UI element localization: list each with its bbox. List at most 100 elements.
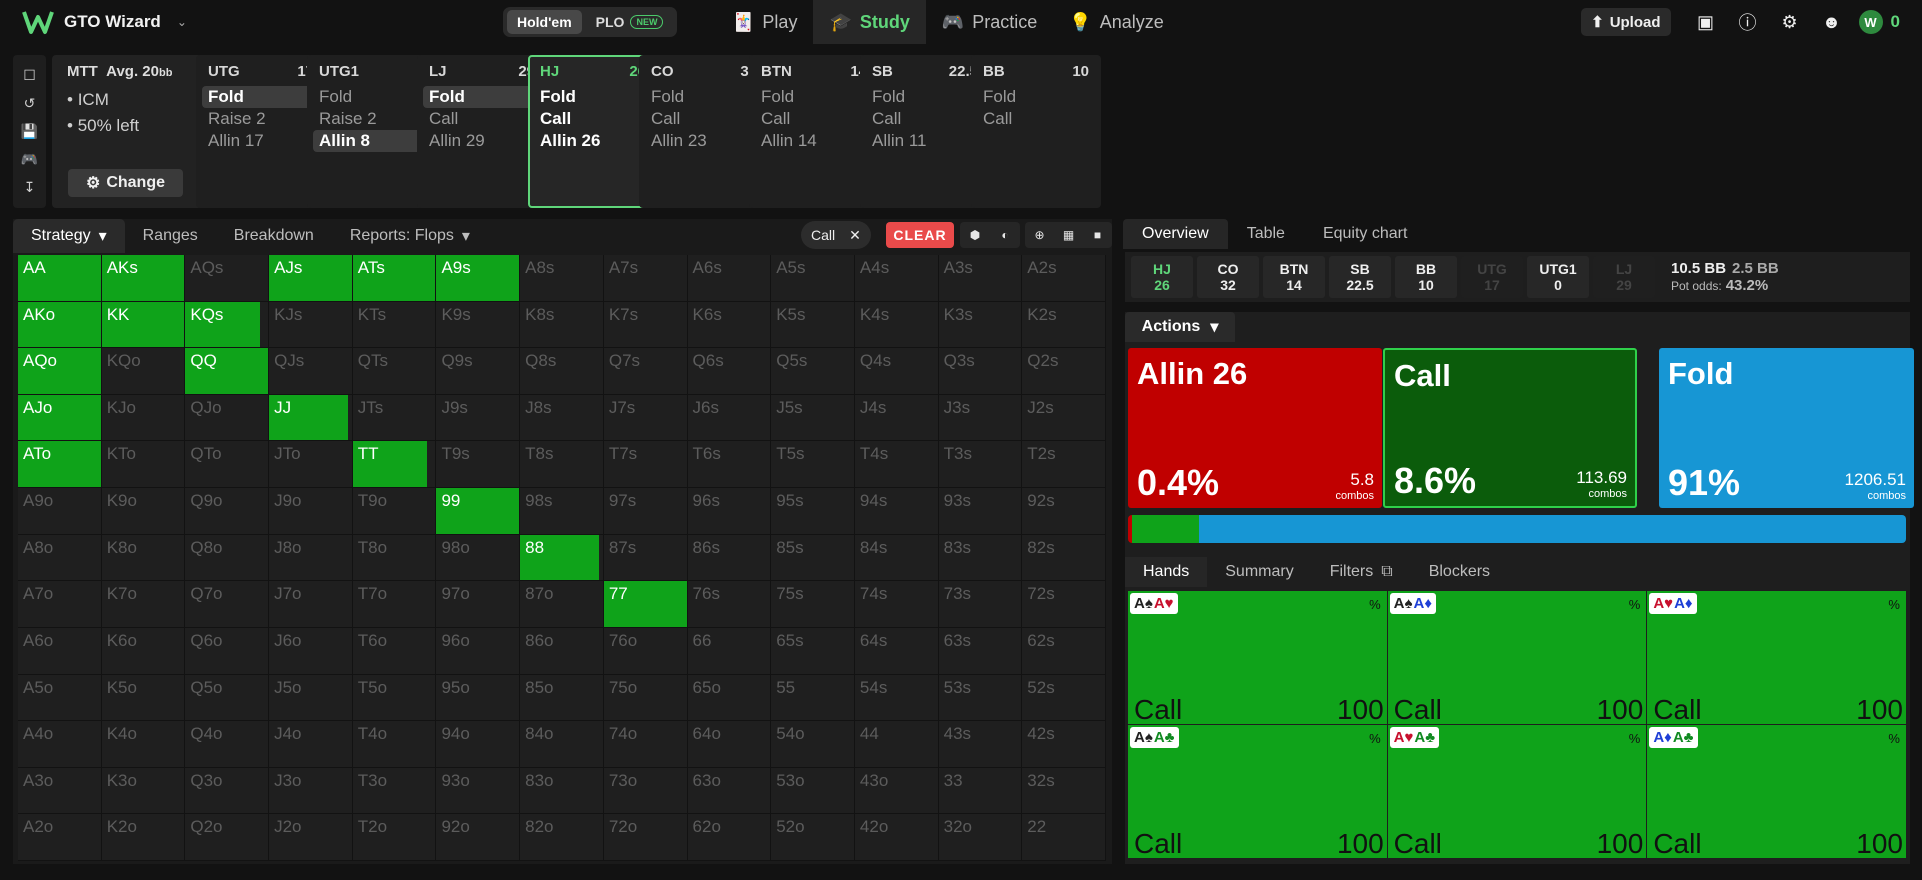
position-option[interactable]: Call	[645, 108, 763, 130]
hand-cell[interactable]: 42o	[854, 814, 939, 861]
hand-cell[interactable]: 63s	[938, 627, 1023, 675]
actions-tab[interactable]: Actions ▾	[1125, 312, 1235, 342]
gamepad-icon[interactable]: 🎮	[21, 151, 38, 168]
hand-cell[interactable]: 85s	[771, 534, 855, 582]
hand-combo[interactable]: A♥ A♦% Call 100	[1647, 591, 1906, 725]
reset-icon[interactable]: ↺	[24, 95, 36, 112]
hand-cell[interactable]: J3s	[938, 394, 1023, 442]
hand-cell[interactable]: QQ	[185, 348, 270, 395]
hand-cell[interactable]: T7o	[352, 581, 437, 628]
hand-cell[interactable]: AQo	[18, 348, 102, 395]
hand-cell[interactable]: T5o	[352, 674, 437, 722]
seat-utg1[interactable]: UTG1 0	[1527, 256, 1589, 298]
position-option[interactable]: Fold	[866, 86, 984, 108]
hand-cell[interactable]: TT	[352, 441, 437, 489]
hand-cell[interactable]: A2s	[1022, 255, 1106, 302]
hand-cell[interactable]: K9o	[101, 488, 186, 535]
nav-study[interactable]: 🎓 Study	[813, 0, 926, 44]
position-option[interactable]: Allin 17	[202, 130, 320, 152]
hand-cell[interactable]: JTo	[269, 441, 353, 489]
hand-cell[interactable]: 62o	[687, 814, 772, 861]
filter-chip[interactable]: Call ✕	[801, 221, 871, 249]
hand-cell[interactable]: KQo	[101, 348, 186, 395]
hand-cell[interactable]: J3o	[269, 767, 353, 815]
hand-cell[interactable]: AQs	[185, 255, 270, 302]
upload-button[interactable]: ⬆ Upload	[1581, 8, 1671, 36]
seat-hj[interactable]: HJ 26	[1131, 256, 1193, 298]
hand-cell[interactable]: 82s	[1022, 534, 1106, 582]
action-card-call[interactable]: Call 8.6% 113.69 combos	[1383, 348, 1637, 508]
hand-cell[interactable]: Q6s	[687, 348, 772, 395]
hand-cell[interactable]: 84o	[520, 721, 604, 768]
hand-cell[interactable]: J6o	[269, 627, 353, 675]
account-icon[interactable]: ☻	[1821, 11, 1843, 33]
hand-cell[interactable]: K7s	[603, 301, 688, 349]
tab-reports[interactable]: Reports: Flops ▾	[332, 219, 488, 253]
position-option[interactable]: Allin 26	[534, 130, 652, 152]
hand-cell[interactable]: 65s	[771, 627, 855, 675]
hand-cell[interactable]: J5o	[269, 674, 353, 722]
compress-icon[interactable]: ⊕	[1025, 222, 1054, 248]
hand-cell[interactable]: JTs	[352, 394, 437, 442]
hand-cell[interactable]: KK	[101, 301, 186, 349]
hand-combo[interactable]: A♦ A♣% Call 100	[1647, 725, 1906, 859]
hand-cell[interactable]: 53s	[938, 674, 1023, 722]
hand-cell[interactable]: T8s	[520, 441, 604, 489]
bookmark-icon[interactable]: ☐	[23, 67, 36, 84]
hand-cell[interactable]: JJ	[269, 394, 353, 442]
holdem-toggle[interactable]: Hold'em	[507, 10, 582, 34]
hand-cell[interactable]: 73s	[938, 581, 1023, 628]
hand-cell[interactable]: KJs	[269, 301, 353, 349]
hand-cell[interactable]: 76o	[603, 627, 688, 675]
square-icon[interactable]: ■	[1083, 222, 1112, 248]
hand-combo[interactable]: A♠ A♣% Call 100	[1128, 725, 1387, 859]
hand-cell[interactable]: 32s	[1022, 767, 1106, 815]
hand-cell[interactable]: 93o	[436, 767, 521, 815]
hand-cell[interactable]: 64s	[854, 627, 939, 675]
action-card-fold[interactable]: Fold 91% 1206.51 combos	[1659, 348, 1914, 508]
close-icon[interactable]: ✕	[849, 227, 861, 244]
hand-cell[interactable]: K6s	[687, 301, 772, 349]
hand-cell[interactable]: 65o	[687, 674, 772, 722]
change-button[interactable]: ⚙ Change	[68, 169, 183, 197]
hand-cell[interactable]: A7s	[603, 255, 688, 302]
hand-cell[interactable]: T4s	[854, 441, 939, 489]
hand-cell[interactable]: 64o	[687, 721, 772, 768]
hand-cell[interactable]: Q5s	[771, 348, 855, 395]
tab-equity-chart[interactable]: Equity chart	[1304, 219, 1426, 249]
cube-icon[interactable]: ⬢	[960, 222, 990, 248]
hand-cell[interactable]: 72o	[603, 814, 688, 861]
hand-cell[interactable]: 32o	[938, 814, 1023, 861]
hand-cell[interactable]: K2o	[101, 814, 186, 861]
hand-cell[interactable]: 43s	[938, 721, 1023, 768]
hand-cell[interactable]: AKo	[18, 301, 102, 349]
hand-cell[interactable]: J6s	[687, 394, 772, 442]
hand-cell[interactable]: T5s	[771, 441, 855, 489]
hand-combo[interactable]: A♠ A♦% Call 100	[1387, 591, 1647, 725]
hand-cell[interactable]: 94s	[854, 488, 939, 535]
hand-cell[interactable]: A8o	[18, 534, 102, 582]
contrast-icon[interactable]: ◐	[990, 222, 1020, 248]
hand-cell[interactable]: T6o	[352, 627, 437, 675]
hand-cell[interactable]: 97o	[436, 581, 521, 628]
hand-cell[interactable]: K3o	[101, 767, 186, 815]
tab-overview[interactable]: Overview	[1123, 219, 1228, 249]
hand-cell[interactable]: 92s	[1022, 488, 1106, 535]
hand-cell[interactable]: J4s	[854, 394, 939, 442]
hand-cell[interactable]: Q9o	[185, 488, 270, 535]
hand-cell[interactable]: A6o	[18, 627, 102, 675]
hand-cell[interactable]: 98s	[520, 488, 604, 535]
hand-cell[interactable]: Q8o	[185, 534, 270, 582]
position-option[interactable]: Fold	[534, 86, 652, 108]
hand-cell[interactable]: J7o	[269, 581, 353, 628]
hand-cell[interactable]: T4o	[352, 721, 437, 768]
hand-cell[interactable]: J9o	[269, 488, 353, 535]
hand-cell[interactable]: K4o	[101, 721, 186, 768]
help-icon[interactable]: ⓘ	[1737, 11, 1759, 33]
hand-cell[interactable]: 66	[687, 627, 772, 675]
seat-sb[interactable]: SB 22.5	[1329, 256, 1391, 298]
hand-cell[interactable]: 85o	[520, 674, 604, 722]
hand-cell[interactable]: T2o	[352, 814, 437, 861]
action-card-allin[interactable]: Allin 26 0.4% 5.8 combos	[1128, 348, 1382, 508]
hand-cell[interactable]: KTo	[101, 441, 186, 489]
